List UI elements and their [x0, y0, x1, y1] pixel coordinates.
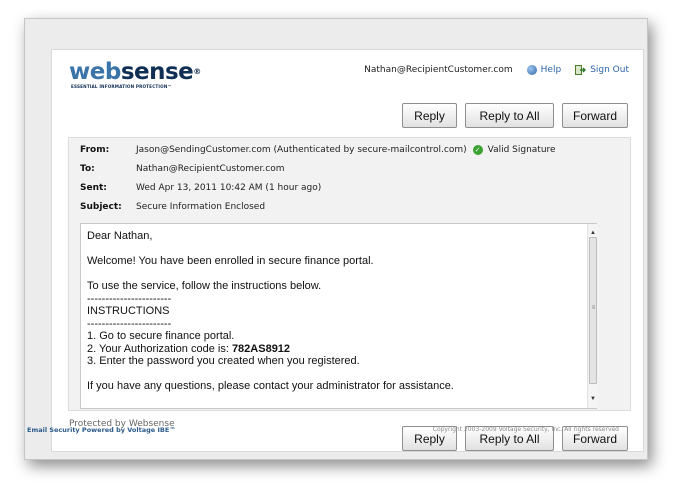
top-action-bar: Reply Reply to All Forward [394, 103, 628, 128]
from-label: From: [80, 145, 110, 155]
help-icon [526, 65, 537, 75]
message-panel: websense® ESSENTIAL INFORMATION PROTECTI… [51, 49, 644, 452]
to-label: To: [80, 164, 95, 174]
message-body[interactable]: Dear Nathan, Welcome! You have been enro… [80, 223, 598, 409]
sign-out-link[interactable]: Sign Out [575, 65, 629, 75]
logo-registered-mark: ® [193, 67, 201, 76]
body-instructions-heading: INSTRUCTIONS [87, 305, 170, 317]
authorization-code: 782AS8912 [231, 342, 291, 355]
step-2-prefix: 2. Your Authorization code is: [87, 342, 232, 355]
grip-icon: ≡ [591, 305, 596, 311]
body-step-3: 3. Enter the password you created when y… [87, 355, 360, 367]
body-rule: ----------------------- [87, 317, 172, 330]
reply-button[interactable]: Reply [402, 103, 457, 128]
scrollbar-thumb[interactable]: ≡ [589, 237, 597, 384]
sign-out-icon [575, 65, 587, 75]
logo-text-sense: sense [120, 59, 194, 85]
body-closing: If you have any questions, please contac… [87, 380, 454, 392]
body-step-1: 1. Go to secure finance portal. [87, 330, 235, 342]
sign-out-label: Sign Out [590, 65, 629, 75]
message-content: From: Jason@SendingCustomer.com (Authent… [68, 137, 631, 411]
forward-button[interactable]: Forward [562, 103, 628, 128]
to-row: To: Nathan@RecipientCustomer.com [80, 163, 285, 175]
to-value: Nathan@RecipientCustomer.com [136, 164, 285, 174]
window-frame: websense® ESSENTIAL INFORMATION PROTECTI… [24, 18, 648, 460]
subject-value: Secure Information Enclosed [136, 202, 266, 212]
body-step-2: 2. Your Authorization code is: 782AS8912 [87, 343, 590, 356]
subject-label: Subject: [80, 202, 122, 212]
powered-by-footer: Email Security Powered by Voltage IBE™ [27, 426, 176, 434]
signature-status: Valid Signature [487, 145, 556, 155]
vertical-scrollbar[interactable]: ▲ ≡ ▼ [587, 224, 598, 408]
websense-logo: websense® ESSENTIAL INFORMATION PROTECTI… [69, 59, 201, 96]
help-link[interactable]: Help [526, 65, 562, 75]
scroll-down-arrow-icon[interactable]: ▼ [588, 393, 598, 406]
current-user-email: Nathan@RecipientCustomer.com [364, 65, 513, 75]
subject-row: Subject: Secure Information Enclosed [80, 201, 265, 213]
sent-value: Wed Apr 13, 2011 10:42 AM (1 hour ago) [136, 183, 322, 193]
from-value: Jason@SendingCustomer.com (Authenticated… [136, 145, 467, 155]
logo-text-web: web [69, 59, 121, 85]
body-rule: ----------------------- [87, 292, 172, 305]
check-icon: ✓ [472, 145, 483, 155]
copyright-footer: Copyright 2003-2009 Voltage Security, In… [432, 426, 619, 433]
from-row: From: Jason@SendingCustomer.com (Authent… [80, 144, 556, 156]
reply-all-button[interactable]: Reply to All [465, 103, 554, 128]
help-label: Help [540, 65, 562, 75]
body-welcome: Welcome! You have been enrolled in secur… [87, 255, 374, 267]
sent-label: Sent: [80, 183, 107, 193]
user-bar: Nathan@RecipientCustomer.com Help Sign O… [364, 62, 629, 78]
body-greeting: Dear Nathan, [87, 230, 153, 242]
sent-row: Sent: Wed Apr 13, 2011 10:42 AM (1 hour … [80, 182, 321, 194]
body-instructions-intro: To use the service, follow the instructi… [87, 280, 322, 292]
